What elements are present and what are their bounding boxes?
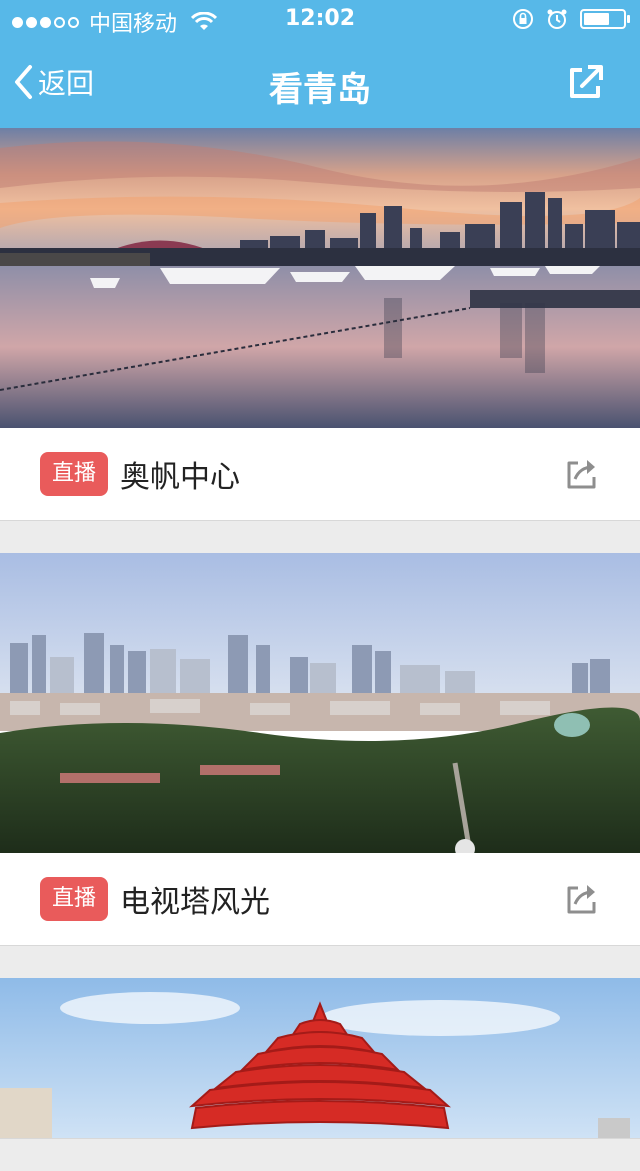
card-footer: 直播 电视塔风光 [0,853,640,945]
card-title[interactable]: 奥帆中心 [120,452,240,496]
status-right [512,8,630,30]
card-title[interactable]: 电视塔风光 [120,877,270,921]
alarm-icon [547,9,567,29]
live-card[interactable]: 直播 奥帆中心 [0,128,640,521]
red-sculpture-image [0,978,640,1138]
live-card[interactable]: 直播 电视塔风光 [0,553,640,946]
share-icon[interactable] [566,62,606,102]
status-bar: 中国移动 12:02 [0,0,640,40]
rotation-lock-icon [513,9,533,29]
top-bar: 中国移动 12:02 返回 看青岛 [0,0,640,128]
navigation-bar: 返回 看青岛 [0,40,640,128]
share-icon[interactable] [564,456,600,492]
city-skyline-image [0,553,640,853]
card-footer: 直播 奥帆中心 [0,428,640,520]
city-skyline-photo[interactable] [0,553,640,853]
marina-sunset-photo[interactable] [0,128,640,428]
live-card[interactable] [0,978,640,1139]
battery-level [584,13,609,25]
share-icon[interactable] [564,881,600,917]
marina-sunset-image [0,128,640,428]
live-badge[interactable]: 直播 [40,452,109,496]
red-sculpture-photo[interactable] [0,978,640,1138]
battery-icon [580,9,630,29]
page-title: 看青岛 [269,70,371,110]
feed-list: 直播 奥帆中心 直播 电视塔风光 [0,128,640,1171]
live-badge[interactable]: 直播 [40,877,109,921]
